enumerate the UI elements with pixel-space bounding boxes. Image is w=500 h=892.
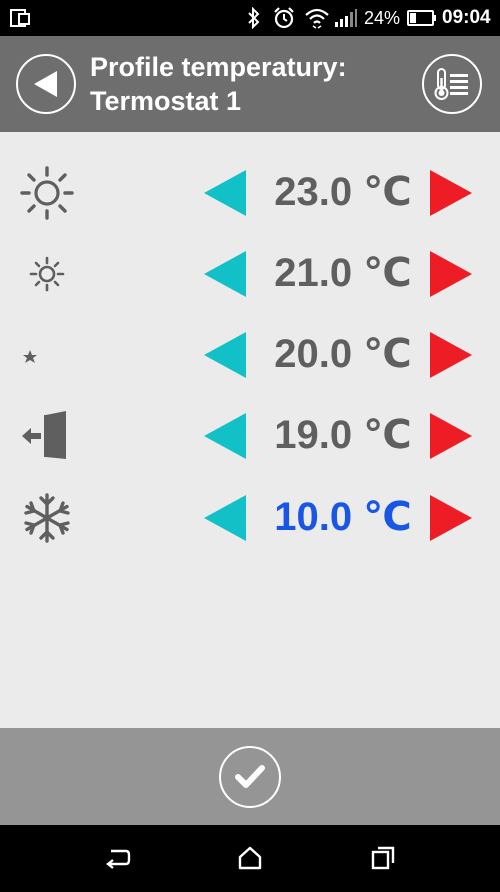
increase-temp-button[interactable] bbox=[428, 493, 474, 543]
increase-temp-button[interactable] bbox=[428, 168, 474, 218]
profile-row-standard: 21.0 ℃ bbox=[0, 233, 500, 313]
status-bar: 24% 09:04 bbox=[0, 0, 500, 36]
alarm-icon bbox=[272, 0, 296, 36]
decrease-temp-button[interactable] bbox=[202, 493, 248, 543]
decrease-temp-button[interactable] bbox=[202, 411, 248, 461]
page-title: Profile temperatury: Termostat 1 bbox=[90, 50, 410, 118]
increase-temp-button[interactable] bbox=[428, 411, 474, 461]
sun-small-icon bbox=[29, 256, 65, 292]
system-nav-bar bbox=[0, 825, 500, 892]
back-arrow-icon bbox=[34, 71, 57, 97]
profile-row-night: 20.0 ℃ bbox=[0, 314, 500, 394]
title-line-1: Profile temperatury: bbox=[90, 52, 347, 82]
home-icon bbox=[238, 846, 262, 870]
moon-star-icon bbox=[23, 336, 63, 374]
temperature-value: 20.0 ℃ bbox=[274, 332, 412, 376]
nav-home-button[interactable] bbox=[233, 843, 267, 873]
thermometer-list-icon bbox=[434, 68, 468, 100]
nav-recents-button[interactable] bbox=[366, 843, 400, 873]
decrease-temp-button[interactable] bbox=[202, 249, 248, 299]
title-line-2: Termostat 1 bbox=[90, 86, 242, 116]
exit-door-icon bbox=[22, 411, 66, 459]
battery-icon bbox=[407, 0, 437, 36]
temperature-value: 10.0 ℃ bbox=[274, 495, 412, 539]
decrease-temp-button[interactable] bbox=[202, 330, 248, 380]
wifi-icon bbox=[304, 0, 330, 36]
screen-mirror-icon bbox=[10, 0, 32, 36]
snowflake-icon bbox=[24, 493, 70, 543]
increase-temp-button[interactable] bbox=[428, 330, 474, 380]
signal-icon bbox=[334, 0, 358, 36]
profile-row-away: 19.0 ℃ bbox=[0, 395, 500, 475]
recents-icon bbox=[371, 846, 395, 870]
back-button[interactable] bbox=[16, 54, 76, 114]
temperature-value: 23.0 ℃ bbox=[274, 170, 412, 214]
battery-percent: 24% bbox=[364, 7, 401, 28]
increase-temp-button[interactable] bbox=[428, 249, 474, 299]
clock: 09:04 bbox=[442, 7, 491, 28]
profile-row-comfort: 23.0 ℃ bbox=[0, 152, 500, 232]
decrease-temp-button[interactable] bbox=[202, 168, 248, 218]
profile-menu-button[interactable] bbox=[422, 54, 482, 114]
nav-back-button[interactable] bbox=[100, 843, 134, 873]
bottom-bar bbox=[0, 728, 500, 825]
confirm-button[interactable] bbox=[219, 746, 281, 808]
temperature-value: 19.0 ℃ bbox=[274, 413, 412, 457]
back-nav-icon bbox=[106, 849, 131, 869]
checkmark-icon bbox=[235, 765, 265, 788]
profile-row-frost: 10.0 ℃ bbox=[0, 477, 500, 557]
app-header: Profile temperatury: Termostat 1 bbox=[0, 36, 500, 132]
bluetooth-icon bbox=[246, 0, 262, 36]
sun-large-icon bbox=[20, 166, 74, 220]
temperature-value: 21.0 ℃ bbox=[274, 251, 412, 295]
